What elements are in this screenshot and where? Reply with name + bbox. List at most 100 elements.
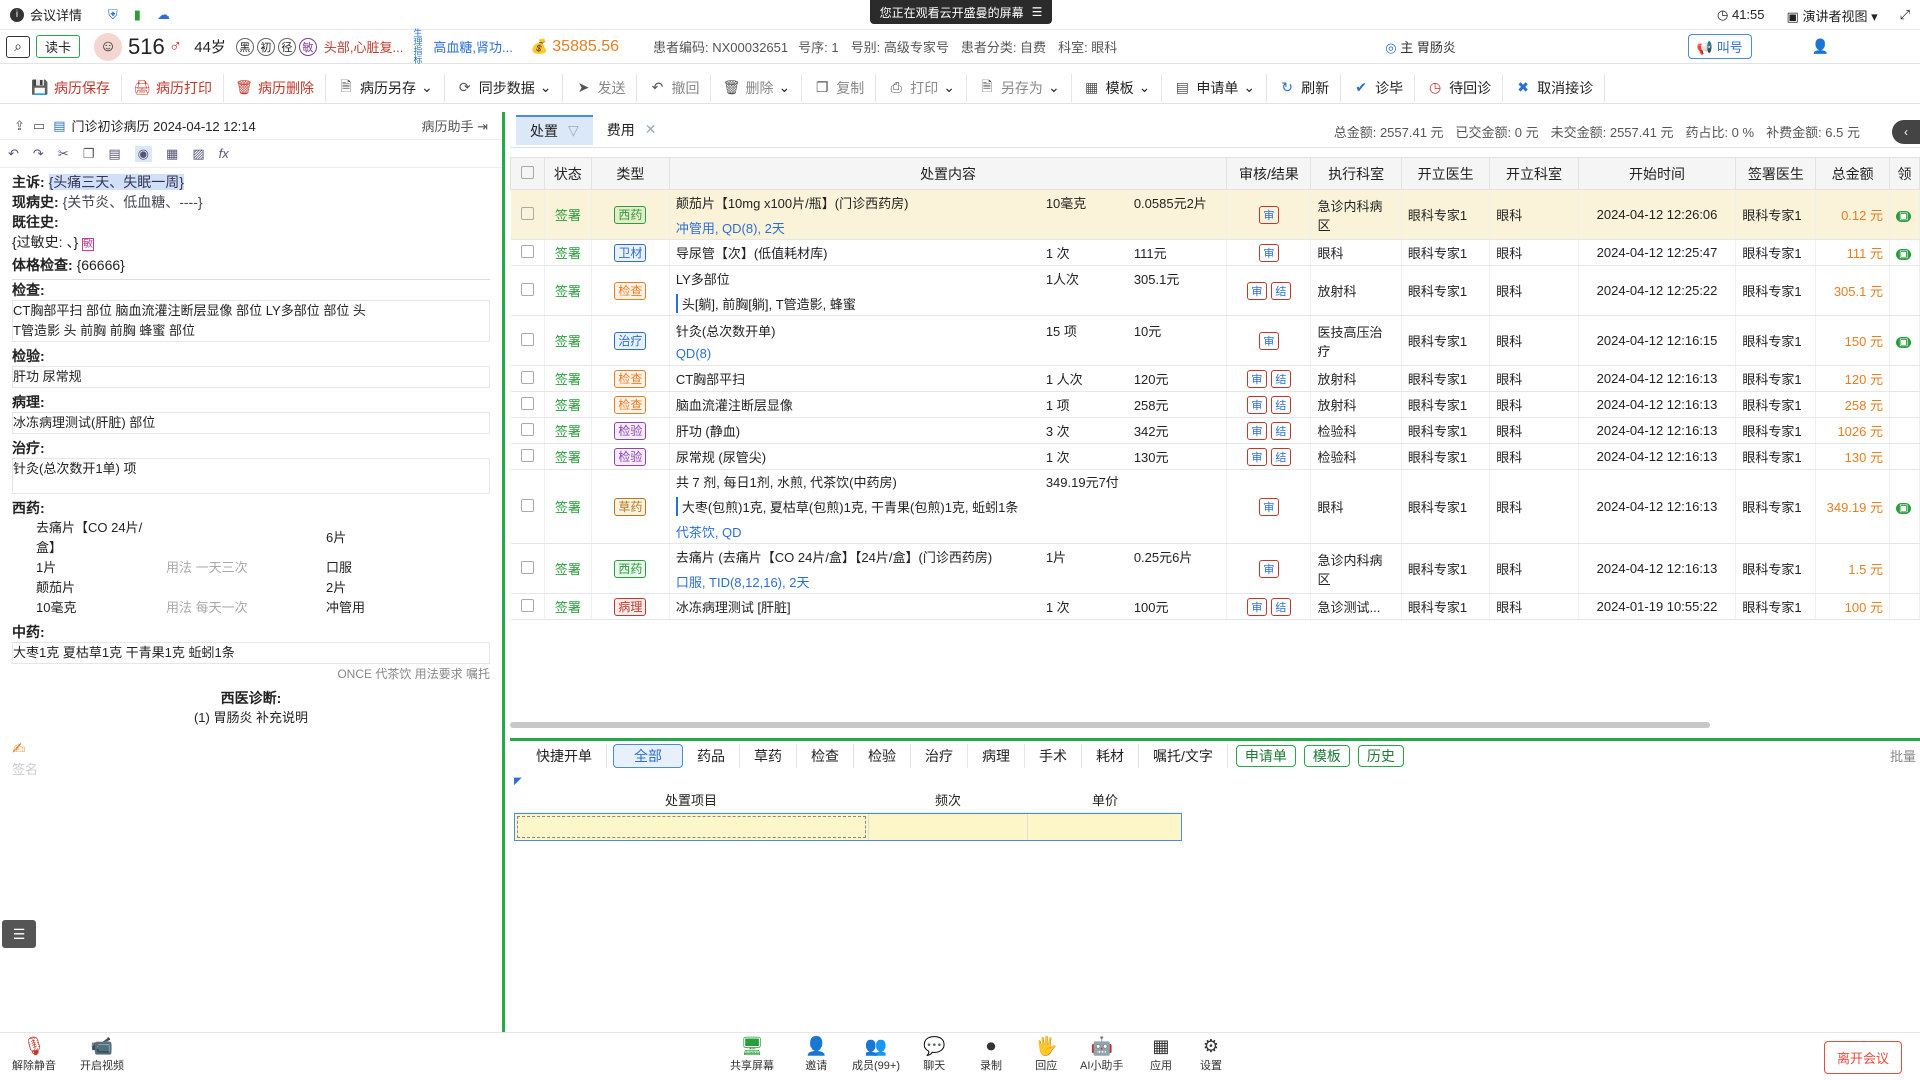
- table-row[interactable]: 签署 检查 LY多部位 1人次 305.1元 头[躺], 前胸[躺], T管造影, 蜂蜜审…: [510, 265, 1920, 316]
- audit-icon[interactable]: 审: [1258, 559, 1279, 578]
- meeting-details[interactable]: i 会议详情 ⛨ ▮ ☁: [0, 5, 170, 24]
- redo-icon[interactable]: ↷: [33, 146, 44, 162]
- audit-icon[interactable]: 审: [1258, 205, 1279, 224]
- quick-tab[interactable]: 全部: [613, 743, 683, 768]
- tab-fee[interactable]: 费用 ✕: [593, 115, 671, 145]
- audit-icon[interactable]: 审: [1258, 243, 1279, 262]
- quick-item-input[interactable]: [517, 816, 866, 838]
- receive-icon[interactable]: ▣: [1895, 337, 1912, 348]
- batch-label[interactable]: 批量: [1890, 746, 1916, 765]
- search-icon[interactable]: ⌕: [6, 35, 30, 58]
- row-select[interactable]: [510, 189, 545, 240]
- table-row[interactable]: 签署 检验 肝功 (静血) 3 次 342元审结检验科 眼科专家1 眼科 2024-04-12…: [510, 417, 1920, 444]
- result-icon[interactable]: 结: [1270, 447, 1291, 466]
- audit-icon[interactable]: 审: [1246, 447, 1267, 466]
- lab-value[interactable]: 肝功 尿常规: [12, 366, 490, 388]
- row-select[interactable]: [510, 593, 545, 620]
- result-icon[interactable]: 结: [1270, 395, 1291, 414]
- toolbar-button-16[interactable]: ✖ 取消接诊: [1503, 73, 1606, 102]
- check-line-2[interactable]: T管造影 头 前胸 前胸 蜂蜜 部位: [13, 321, 489, 341]
- allergy-value[interactable]: {过敏史: 、}: [12, 234, 78, 250]
- audit-icon[interactable]: 审: [1246, 421, 1267, 440]
- audit-icon[interactable]: 审: [1246, 281, 1267, 300]
- cut-icon[interactable]: ✂: [58, 146, 69, 162]
- upload-icon[interactable]: ⇪: [14, 118, 25, 134]
- exam-value[interactable]: {66666}: [77, 257, 125, 273]
- toolbar-button-15[interactable]: ◷ 待回诊: [1415, 73, 1504, 102]
- meeting-control-9[interactable]: ▦ 应用: [1150, 1037, 1172, 1073]
- table-row[interactable]: 签署 西药 去痛片 (去痛片【CO 24片/盒】【24片/盒】(门诊西药房) 1片 0.…: [510, 543, 1920, 594]
- toolbar-button-13[interactable]: ↻ 刷新: [1267, 73, 1342, 102]
- toolbar-button-9[interactable]: ⎙ 打印 ⌄: [876, 73, 967, 102]
- audit-icon[interactable]: 审: [1246, 369, 1267, 388]
- toolbar-button-4[interactable]: ⟳ 同步数据 ⌄: [445, 73, 564, 102]
- toolbar-button-1[interactable]: 🖨 病历打印: [122, 73, 224, 102]
- diagnosis-badge[interactable]: ◎ 主 胃肠炎: [1385, 37, 1456, 56]
- meeting-control-8[interactable]: 🤖 AI小助手: [1080, 1037, 1123, 1073]
- tab-treatment[interactable]: 处置 ▽: [516, 114, 593, 145]
- result-icon[interactable]: 结: [1270, 281, 1291, 300]
- read-card-button[interactable]: 读卡: [36, 35, 81, 58]
- user-icon[interactable]: 👤: [1812, 38, 1829, 55]
- folder-icon[interactable]: ▭: [33, 118, 45, 134]
- toolbar-button-5[interactable]: ➤ 发送: [563, 73, 638, 102]
- row-select[interactable]: [510, 315, 545, 366]
- table-row[interactable]: 签署 治疗 针灸(总次数开单) 15 项 10元 QD(8) 审医技高压治疗 眼科专家1 眼科 2…: [510, 315, 1920, 366]
- west-row[interactable]: 1片 用法 一天三次 口服: [12, 558, 490, 578]
- quick-button[interactable]: 申请单: [1235, 744, 1296, 767]
- table-row[interactable]: 签署 检查 脑血流灌注断层显像 1 项 258元审结放射科 眼科专家1 眼科 2024-04-…: [510, 391, 1920, 418]
- result-icon[interactable]: 结: [1270, 369, 1291, 388]
- audit-icon[interactable]: 审: [1246, 395, 1267, 414]
- west-row[interactable]: 去痛片【CO 24片/盒】 6片: [12, 518, 490, 558]
- copy-icon[interactable]: ❐: [83, 146, 95, 162]
- result-icon[interactable]: 结: [1270, 421, 1291, 440]
- row-select[interactable]: [510, 239, 545, 266]
- quick-tab[interactable]: 草药: [740, 743, 797, 768]
- receive-icon[interactable]: ▣: [1895, 503, 1912, 514]
- checkbox[interactable]: [520, 206, 534, 220]
- meeting-control-5[interactable]: 💬 聊天: [923, 1037, 945, 1073]
- toolbar-button-8[interactable]: ❐ 复制: [802, 73, 877, 102]
- audit-icon[interactable]: 审: [1258, 497, 1279, 516]
- meeting-control-10[interactable]: ⚙ 设置: [1200, 1037, 1222, 1073]
- quick-freq-input[interactable]: [867, 814, 1028, 840]
- row-select[interactable]: [510, 265, 545, 316]
- close-icon[interactable]: ✕: [645, 121, 657, 138]
- chief-value[interactable]: {头痛三天、失眠一周}: [48, 174, 184, 190]
- row-select[interactable]: [510, 543, 545, 594]
- meeting-control-2[interactable]: 🖥 共享屏幕: [730, 1037, 774, 1073]
- quick-tab[interactable]: 嘱托/文字: [1139, 743, 1228, 768]
- row-select[interactable]: [510, 417, 545, 444]
- checkbox[interactable]: [520, 498, 534, 512]
- quick-tab[interactable]: 检验: [854, 743, 911, 768]
- quick-price-input[interactable]: [1027, 814, 1181, 840]
- receive-icon[interactable]: ▣: [1895, 249, 1912, 260]
- path-value[interactable]: 冰冻病理测试(肝脏) 部位: [12, 412, 490, 434]
- present-value[interactable]: {关节炎、低血糖、----}: [63, 194, 203, 210]
- quick-tab[interactable]: 治疗: [911, 743, 968, 768]
- leave-meeting-button[interactable]: 离开会议: [1823, 1041, 1902, 1074]
- meeting-control-6[interactable]: ⏺ 录制: [980, 1037, 1002, 1073]
- meeting-control-0[interactable]: 🎙 解除静音: [12, 1037, 56, 1073]
- table-row[interactable]: 签署 检查 CT胸部平扫 1 人次 120元审结放射科 眼科专家1 眼科 2024-04-12…: [510, 365, 1920, 392]
- check-line-1[interactable]: CT胸部平扫 部位 脑血流灌注断层显像 部位 LY多部位 部位 头: [13, 301, 489, 321]
- meeting-control-4[interactable]: 👥 成员(99+): [852, 1037, 900, 1073]
- chinese-value[interactable]: 大枣1克 夏枯草1克 干青果1克 蚯蚓1条: [12, 642, 490, 664]
- eye-icon[interactable]: ◉: [134, 145, 153, 162]
- west-row[interactable]: 10毫克 用法 每天一次 冲管用: [12, 598, 490, 618]
- row-select[interactable]: [510, 365, 545, 392]
- checkbox[interactable]: [520, 560, 534, 574]
- table-row[interactable]: 签署 卫材 导尿管【次】(低值耗材库) 1 次 111元审眼科 眼科专家1 眼科 2024-0…: [510, 239, 1920, 266]
- table-icon[interactable]: ▦: [166, 146, 178, 162]
- view-switch[interactable]: ▣ 演讲者视图 ▾: [1787, 6, 1878, 25]
- quick-tab[interactable]: 手术: [1025, 743, 1082, 768]
- treat-value[interactable]: 针灸(总次数开1单) 项: [12, 458, 490, 494]
- paste-icon[interactable]: ▤: [108, 146, 120, 162]
- meeting-control-7[interactable]: 🖐 回应: [1035, 1037, 1057, 1073]
- toolbar-button-11[interactable]: ▦ 模板 ⌄: [1072, 73, 1163, 102]
- horizontal-scrollbar[interactable]: [510, 722, 1710, 728]
- meeting-control-1[interactable]: 📹 开启视频: [80, 1037, 124, 1073]
- checkbox[interactable]: [520, 598, 534, 612]
- table-row[interactable]: 签署 检验 尿常规 (尿管尖) 1 次 130元审结检验科 眼科专家1 眼科 2024-04-…: [510, 443, 1920, 470]
- share-banner[interactable]: 您正在观看云开盛曼的屏幕 ☰: [870, 0, 1052, 24]
